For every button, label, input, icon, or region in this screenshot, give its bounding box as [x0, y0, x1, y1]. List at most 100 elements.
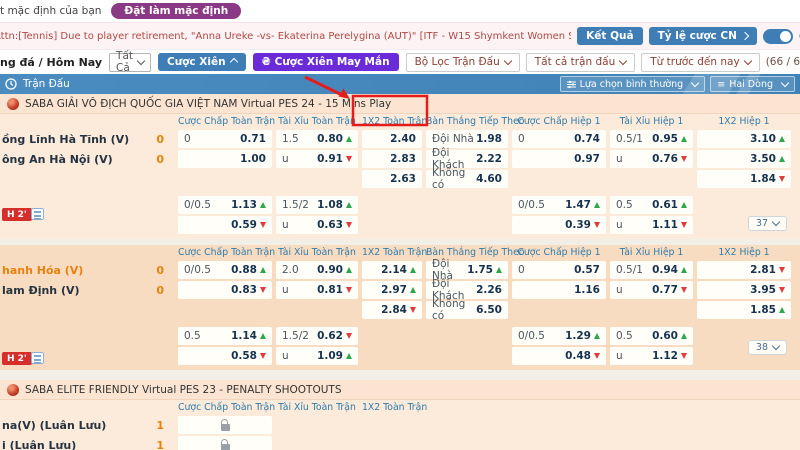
normal-selection-button[interactable]: Lựa chọn bình thường [559, 76, 706, 92]
col-1x2-ft: 1X2 Toàn Trận [362, 246, 428, 258]
odds-cell[interactable]: 2.0 0.90 [276, 261, 358, 279]
odds-cell[interactable]: 0/0.5 1.13 [178, 196, 272, 214]
col-ah-h1: Cược Chấp Hiệp 1 [517, 115, 601, 127]
odds-cell[interactable]: 2.83 [362, 150, 422, 168]
time-range-button[interactable]: Từ trước đến nay [641, 52, 760, 72]
odds: 1.98 [476, 133, 502, 145]
odds-cell[interactable]: 0.83 [178, 281, 272, 299]
odds-cell[interactable]: 3.10 [697, 130, 791, 148]
odds-cell[interactable]: 2.81 [697, 261, 791, 279]
odds-cell[interactable]: Không có 4.60 [426, 167, 508, 191]
lucky-icon: ₴ [261, 56, 271, 68]
matches-title: Trận Đấu [23, 78, 70, 90]
stats-icon[interactable] [31, 208, 44, 220]
odds-cell[interactable]: 0 0.57 [512, 261, 606, 279]
match-2-block: Cược Chấp Toàn Trận Tài Xỉu Toàn Trận 1X… [0, 245, 800, 370]
match-filter-button[interactable]: Bộ Lọc Trận Đấu [405, 52, 520, 72]
match-3-odds: na(V) (Luân Lưu) 1 i (Luân Lưu) 1 [0, 414, 800, 450]
odds-type-button[interactable]: Tỷ lệ cược CN [648, 27, 757, 45]
line: 0 [518, 133, 525, 145]
stats-icon[interactable] [31, 352, 44, 364]
parlay-button[interactable]: Cược Xiên [158, 53, 246, 71]
odds-cell[interactable]: u 0.77 [610, 281, 693, 299]
odds-cell[interactable]: u 0.91 [276, 150, 358, 168]
odds-cell[interactable]: 0.97 [512, 150, 606, 168]
normal-selection-label: Lựa chọn bình thường [579, 78, 684, 90]
line: 0/0.5 [184, 264, 211, 276]
league-header-1[interactable]: SABA GIẢI VÔ ĐỊCH QUỐC GIA VIỆT NAM Virt… [0, 94, 800, 114]
odds-trend-icon [260, 202, 266, 208]
odds-cell[interactable]: 0.5/1 0.95 [610, 130, 693, 148]
odds-cell[interactable]: 0/0.5 1.47 [512, 196, 606, 214]
odds-cell[interactable]: 0.39 [512, 216, 606, 234]
results-button[interactable]: Kết Quả [577, 27, 643, 45]
odds-cell[interactable]: 0.5 0.61 [610, 196, 693, 214]
odds-cell[interactable]: Đội Nhà 1.98 [426, 130, 508, 148]
odds-trend-icon [681, 287, 687, 293]
odds-cell[interactable]: 0/0.5 0.88 [178, 261, 272, 279]
odds-cell[interactable]: 1.00 [178, 150, 272, 168]
all-matches-button[interactable]: Tất cả trận đấu [525, 52, 636, 72]
odds-cell[interactable]: 0 0.71 [178, 130, 272, 148]
odds-cell[interactable]: 2.63 [362, 170, 422, 188]
more-markets-button[interactable]: 37 [747, 216, 787, 231]
odds-cell[interactable]: 2.40 [362, 130, 422, 148]
odds-trend-icon [681, 222, 687, 228]
odds: 2.63 [390, 173, 416, 185]
odds-cell[interactable]: 0.5 0.60 [610, 327, 693, 345]
odds-type-label: Tỷ lệ cược CN [657, 30, 737, 42]
odds-cell[interactable]: u 0.63 [276, 216, 358, 234]
odds-cell[interactable]: 1.5/2 1.08 [276, 196, 358, 214]
lucky-parlay-button[interactable]: ₴ Cược Xiên May Mắn [252, 53, 399, 71]
chevron-down-icon [740, 31, 750, 41]
league-filter-select[interactable]: Tất Cả [109, 50, 151, 74]
odds-cell[interactable]: Không có 6.50 [426, 298, 508, 322]
more-markets-button[interactable]: 38 [747, 340, 787, 355]
odds: 0.94 [652, 264, 678, 276]
odds-cell[interactable]: 3.50 [697, 150, 791, 168]
odds-cell[interactable]: 0.58 [178, 347, 272, 365]
odds-cell[interactable]: 1.84 [697, 170, 791, 188]
league-header-2[interactable]: SABA ELITE FRIENDLY Virtual PES 23 - PEN… [0, 380, 800, 400]
odds-cell[interactable]: u 0.76 [610, 150, 693, 168]
odds-cell[interactable]: 1.5/2 0.62 [276, 327, 358, 345]
odds-cell[interactable]: 1.85 [697, 301, 791, 319]
odds-cell[interactable]: u 1.11 [610, 216, 693, 234]
odds-cell[interactable]: 0.48 [512, 347, 606, 365]
odds-trend-icon [779, 156, 785, 162]
odds-cell[interactable]: 1.5 0.80 [276, 130, 358, 148]
odds: 0.77 [652, 284, 678, 296]
col-next-goal: Bàn Thắng Tiếp Theo [426, 115, 525, 127]
odds-cell[interactable]: 0.59 [178, 216, 272, 234]
odds-cell[interactable]: 2.14 [362, 261, 422, 279]
odds-cell[interactable]: 3.95 [697, 281, 791, 299]
odds-cell[interactable]: Đội Khách 2.26 [426, 278, 508, 302]
odds-cell[interactable]: 0/0.5 1.29 [512, 327, 606, 345]
odds: 1.13 [231, 199, 257, 211]
odds-toggle[interactable] [762, 28, 793, 44]
odds: 0.97 [574, 153, 600, 165]
odds-cell[interactable]: u 1.12 [610, 347, 693, 365]
odds-cell[interactable]: 0 0.74 [512, 130, 606, 148]
odds-trend-icon [410, 267, 416, 273]
odds-cell[interactable]: Đội Khách 2.22 [426, 147, 508, 171]
odds-trend-icon [346, 136, 352, 142]
team-row-home: ồng Lĩnh Hà Tĩnh (V) 0 [2, 130, 174, 148]
odds-trend-icon [681, 353, 687, 359]
line: 0.5 [616, 330, 633, 342]
odds: 1.08 [317, 199, 343, 211]
odds-cell[interactable]: 1.16 [512, 281, 606, 299]
set-default-button[interactable]: Đặt làm mặc định [111, 3, 242, 19]
odds-cell[interactable]: 2.97 [362, 281, 422, 299]
market-count: 37 [755, 218, 768, 229]
odds-cell[interactable]: u 0.81 [276, 281, 358, 299]
selection-label: Không có [432, 167, 466, 191]
default-settings-label: t mặc định của bạn [0, 5, 102, 17]
odds-cell[interactable]: 2.84 [362, 301, 422, 319]
odds-cell[interactable]: 0.5 1.14 [178, 327, 272, 345]
odds-cell[interactable]: u 1.09 [276, 347, 358, 365]
odds-cell[interactable]: Đội Nhà 1.75 [426, 258, 508, 282]
top-bar: t mặc định của bạn Đặt làm mặc định [0, 0, 800, 22]
odds-cell[interactable]: 0.5/1 0.94 [610, 261, 693, 279]
odds: 0.80 [317, 133, 343, 145]
